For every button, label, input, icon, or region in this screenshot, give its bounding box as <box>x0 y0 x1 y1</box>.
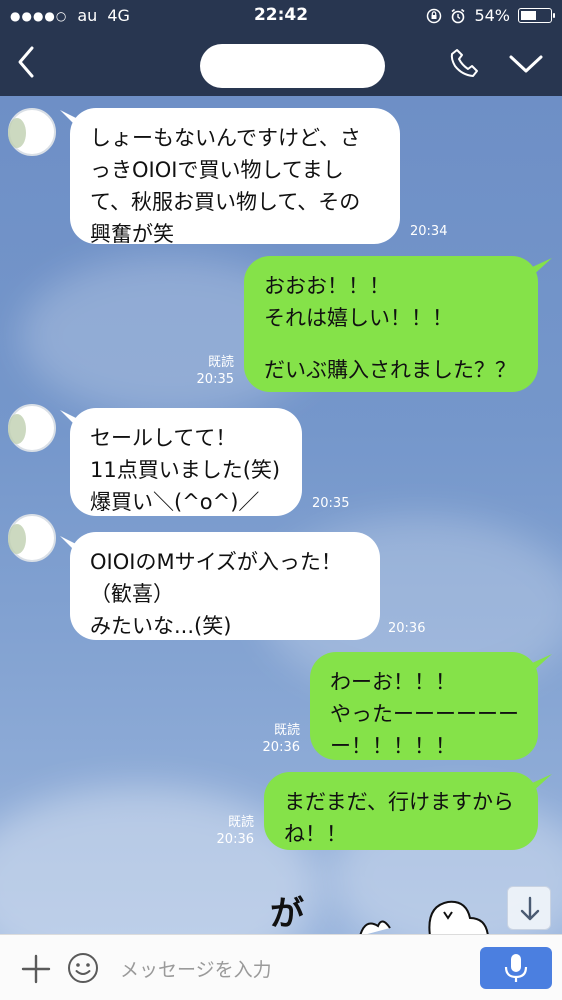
sticker-drawing <box>359 900 489 934</box>
message-meta: 既読 20:36 <box>212 814 254 848</box>
message-bubble-incoming[interactable]: OIOIのMサイズが入った！ （歓喜） みたいな...(笑) <box>70 532 380 640</box>
message-line: まだまだ、行けますから <box>284 790 514 814</box>
voice-button[interactable] <box>480 947 552 989</box>
read-receipt: 既読 <box>273 723 300 738</box>
message-line: みたいな...(笑) <box>90 614 232 638</box>
chevron-left-icon[interactable] <box>12 44 42 80</box>
message-input[interactable]: メッセージを入力 <box>120 955 272 982</box>
chevron-down-icon[interactable] <box>506 50 546 78</box>
read-receipt: 既読 <box>227 815 254 830</box>
message-time: 20:36 <box>216 832 254 847</box>
microphone-icon <box>504 954 528 982</box>
status-bar: ●●●●○ au 4G 22:42 54% <box>0 0 562 30</box>
message-line: わーお！！！ <box>330 670 456 694</box>
message-meta: 既読 20:35 <box>192 354 234 388</box>
avatar[interactable] <box>8 404 56 452</box>
message-line: しょーもないんですけど、さ <box>90 126 361 150</box>
message-line: だいぶ購入されました？？ <box>264 358 516 382</box>
message-line: っきOIOIで買い物してまし <box>90 158 344 182</box>
avatar[interactable] <box>8 108 56 156</box>
message-line: おおお！！！ <box>264 274 390 298</box>
arrow-down-icon <box>520 896 540 921</box>
message-bubble-outgoing[interactable]: まだまだ、行けますから ね！！ <box>264 772 538 850</box>
message-line: OIOIのMサイズが入った！ <box>90 550 342 574</box>
emoji-icon[interactable] <box>66 951 100 985</box>
message-time: 20:35 <box>312 496 350 511</box>
message-meta: 既読 20:36 <box>258 722 300 756</box>
message-line: やったーーーーーー <box>330 702 519 726</box>
sticker-text: が <box>270 894 304 934</box>
read-receipt: 既読 <box>207 355 234 370</box>
message-line <box>264 334 518 354</box>
avatar[interactable] <box>8 514 56 562</box>
message-line: て、秋服お買い物して、その <box>90 190 361 214</box>
message-bubble-outgoing[interactable]: わーお！！！ やったーーーーーー ー！！！！！ <box>310 652 538 760</box>
message-line: ー！！！！！ <box>330 734 456 758</box>
alarm-icon <box>451 8 465 23</box>
sticker[interactable]: が <box>260 886 500 934</box>
message-bubble-incoming[interactable]: しょーもないんですけど、さ っきOIOIで買い物してまし て、秋服お買い物して、… <box>70 108 400 246</box>
rotation-lock-icon <box>427 8 442 23</box>
message-line: 興奮が笑 <box>90 222 174 246</box>
plus-icon[interactable] <box>20 953 52 985</box>
message-input-bar: メッセージを入力 <box>0 934 562 1000</box>
message-line: 11点買いました(笑) <box>90 458 281 482</box>
battery-icon <box>518 8 555 23</box>
message-line: 爆買い＼(^o^)／ <box>90 490 260 514</box>
message-line: それは嬉しい！！！ <box>264 306 453 330</box>
message-line: ね！！ <box>284 822 347 846</box>
message-line: （歓喜） <box>90 582 174 606</box>
chat-history[interactable]: しょーもないんですけど、さ っきOIOIで買い物してまし て、秋服お買い物して、… <box>0 96 562 934</box>
contact-name-redacted <box>200 44 385 88</box>
chat-header <box>0 30 562 96</box>
message-time: 20:36 <box>262 740 300 755</box>
message-bubble-outgoing[interactable]: おおお！！！ それは嬉しい！！！ だいぶ購入されました？？ <box>244 256 538 392</box>
message-time: 20:35 <box>196 372 234 387</box>
message-time: 20:36 <box>388 621 426 636</box>
message-time: 20:34 <box>410 224 448 239</box>
message-bubble-incoming[interactable]: セールしてて！ 11点買いました(笑) 爆買い＼(^o^)／ <box>70 408 302 516</box>
scroll-to-bottom-button[interactable] <box>507 886 551 930</box>
phone-icon[interactable] <box>448 46 482 80</box>
message-line: セールしてて！ <box>90 426 237 450</box>
battery-percent: 54% <box>474 6 510 25</box>
